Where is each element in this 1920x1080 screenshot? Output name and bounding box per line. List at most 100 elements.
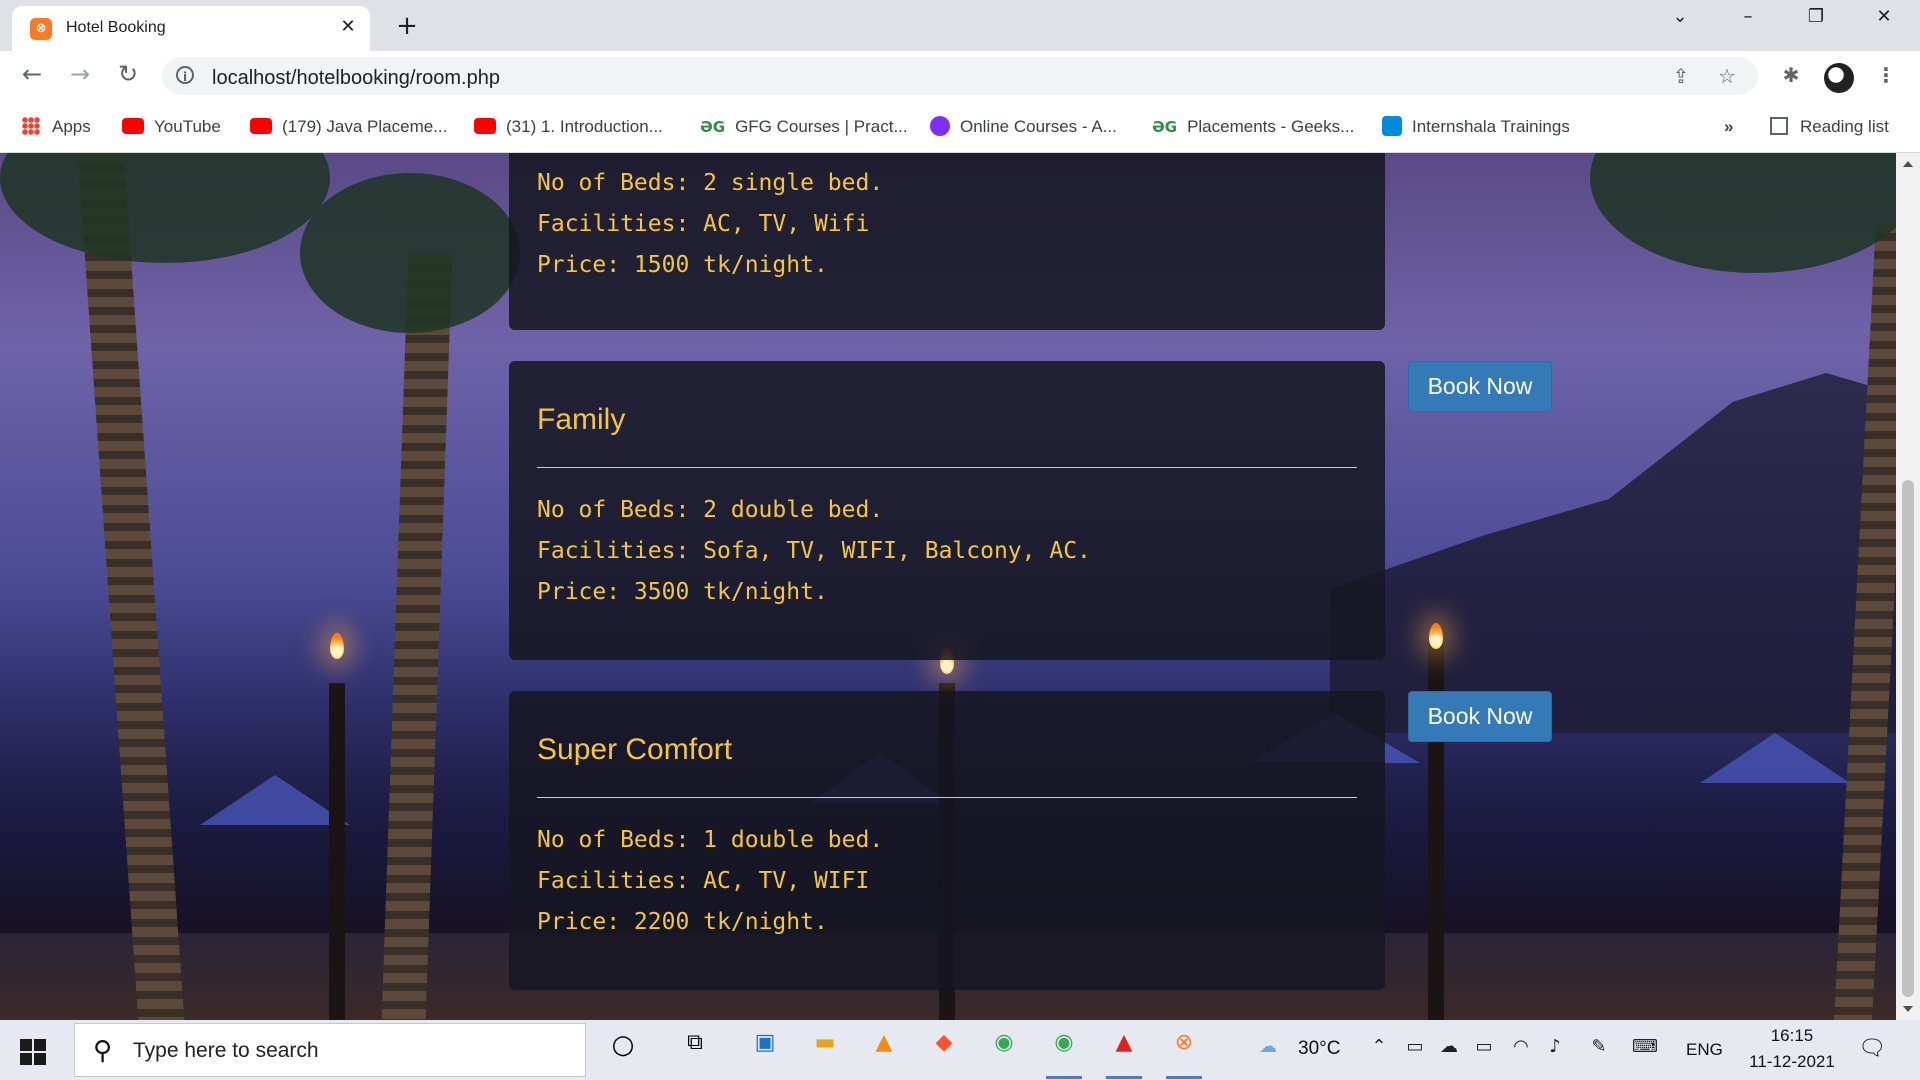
notifications-icon[interactable]: 🗨 [1858,1036,1886,1062]
room-card-super-comfort: Super Comfort No of Beds: 1 double bed. … [509,691,1385,990]
show-hidden-icons-icon[interactable]: ⌃ [1366,1036,1392,1062]
scrollbar-thumb[interactable] [1902,480,1914,997]
room-card-family: Family No of Beds: 2 double bed. Facilit… [509,361,1385,660]
xampp-icon[interactable]: ⊗ [1164,1030,1204,1079]
palm-trunk [381,253,453,1020]
site-info-icon[interactable]: i [176,66,194,84]
dell-app-icon[interactable]: ▣ [745,1030,785,1070]
battery-icon[interactable]: ▭ [1471,1036,1497,1062]
youtube-icon [250,118,272,134]
internshala-icon [1382,116,1402,136]
brave-icon[interactable]: ◆ [924,1030,964,1070]
forward-icon[interactable]: → [64,60,96,92]
palm-trunk [77,153,185,1020]
palm-frond [300,173,520,333]
page-scrollbar[interactable] [1896,153,1920,1020]
browser-toolbar: ← → ↻ i localhost/hotelbooking/room.php … [0,51,1920,101]
keyboard-icon[interactable]: ⌨ [1632,1036,1658,1062]
room-beds: No of Beds: 2 double bed. [537,497,884,523]
bookmark-youtube[interactable]: YouTube [122,115,221,139]
profile-avatar[interactable] [1824,63,1854,93]
search-icon: ⚲ [93,1036,113,1066]
vlc-icon[interactable]: ▲ [864,1030,904,1070]
url-text[interactable]: localhost/hotelbooking/room.php [212,67,500,90]
share-icon[interactable]: ⇪ [1668,64,1694,90]
task-view-icon[interactable]: ⧉ [675,1030,715,1070]
gfg-icon: ƏG [1152,118,1178,136]
windows-start-icon[interactable] [20,1039,46,1065]
extensions-icon[interactable]: ✱ [1777,63,1805,91]
bookmark-star-icon[interactable]: ☆ [1714,64,1740,90]
scroll-down-icon[interactable] [1903,1006,1913,1012]
language-indicator[interactable]: ENG [1686,1040,1723,1060]
bookmark-internshala[interactable]: Internshala Trainings [1382,115,1570,139]
address-bar[interactable]: i localhost/hotelbooking/room.php ⇪ ☆ [162,57,1758,95]
room-facilities: Facilities: AC, TV, WIFI [537,868,870,894]
room-beds: No of Beds: 2 single bed. [537,170,884,196]
room-price: Price: 3500 tk/night. [537,579,828,605]
close-window-icon[interactable]: ✕ [1864,6,1904,40]
cortana-icon[interactable]: ○ [603,1030,643,1070]
new-tab-icon[interactable]: + [392,11,422,41]
bookmark-apps[interactable]: Apps [22,115,91,139]
more-bookmarks-icon[interactable]: » [1724,115,1733,139]
pen-icon[interactable]: ✎ [1586,1036,1612,1062]
room-facilities: Facilities: AC, TV, Wifi [537,211,870,237]
minimize-icon[interactable]: – [1728,6,1768,40]
torch-flame [1429,623,1443,649]
meet-now-icon[interactable]: ▭ [1402,1036,1428,1062]
tab-search-icon[interactable]: ⌄ [1660,6,1700,40]
reading-list-icon [1770,117,1788,135]
bookmark-gfg-courses[interactable]: ƏG GFG Courses | Pract... [700,115,908,139]
room-price: Price: 1500 tk/night. [537,252,828,278]
bookmarks-bar: Apps YouTube (179) Java Placeme... (31) … [0,101,1920,153]
tab-hotel-booking[interactable]: ⊗ Hotel Booking ✕ [12,6,370,51]
menu-icon[interactable]: ⋮ [1872,63,1900,91]
online-courses-icon [930,116,950,136]
weather-temperature[interactable]: 30°C [1298,1038,1340,1060]
xampp-favicon-icon: ⊗ [30,18,52,40]
wifi-icon[interactable]: ◠ [1508,1036,1534,1062]
bookmark-introduction[interactable]: (31) 1. Introduction... [474,115,663,139]
tab-title: Hotel Booking [66,19,166,36]
room-facilities: Facilities: Sofa, TV, WIFI, Balcony, AC. [537,538,1091,564]
clock-time[interactable]: 16:15 [1760,1026,1824,1046]
bookmark-placements[interactable]: ƏG Placements - Geeks... [1152,115,1354,139]
volume-icon[interactable]: ♪ [1542,1036,1568,1062]
book-now-button-super-comfort[interactable]: Book Now [1408,691,1552,742]
clock-date[interactable]: 11-12-2021 [1738,1052,1846,1072]
youtube-icon [474,118,496,134]
back-icon[interactable]: ← [16,60,48,92]
weather-icon[interactable]: ☁ [1255,1036,1281,1062]
onedrive-icon[interactable]: ☁ [1436,1036,1462,1062]
taskbar-search-box[interactable]: ⚲ Type here to search [74,1023,586,1077]
room-divider [537,467,1357,468]
palm-frond [1590,153,1896,273]
torch-pole [329,683,345,1020]
reload-icon[interactable]: ↻ [112,60,144,92]
palm-frond [0,153,330,263]
chrome-profile-icon[interactable]: ◉ [984,1030,1024,1070]
background-umbrella [200,775,350,825]
tab-strip: ⊗ Hotel Booking ✕ + ⌄ – ❐ ✕ [0,0,1920,51]
scroll-up-icon[interactable] [1903,161,1913,167]
chrome-icon[interactable]: ◉ [1044,1030,1084,1079]
background-umbrella [1700,733,1850,783]
room-divider [537,797,1357,798]
file-explorer-icon[interactable]: ▬ [805,1030,845,1070]
room-name: Super Comfort [537,733,733,766]
taskbar-search-placeholder: Type here to search [133,1039,319,1062]
reading-list-button[interactable]: Reading list [1770,115,1889,139]
bookmark-java-placement[interactable]: (179) Java Placeme... [250,115,447,139]
room-name: Family [537,403,626,436]
room-card-standard: No of Beds: 2 single bed. Facilities: AC… [509,153,1385,330]
apps-grid-icon [22,117,40,135]
room-price: Price: 2200 tk/night. [537,909,828,935]
youtube-icon [122,118,144,134]
close-tab-icon[interactable]: ✕ [336,16,360,40]
bookmark-online-courses[interactable]: Online Courses - A... [930,115,1117,139]
acrobat-icon[interactable]: ▲ [1104,1030,1144,1079]
book-now-button-family[interactable]: Book Now [1408,361,1552,412]
restore-icon[interactable]: ❐ [1796,6,1836,40]
background-hill [1330,373,1896,733]
